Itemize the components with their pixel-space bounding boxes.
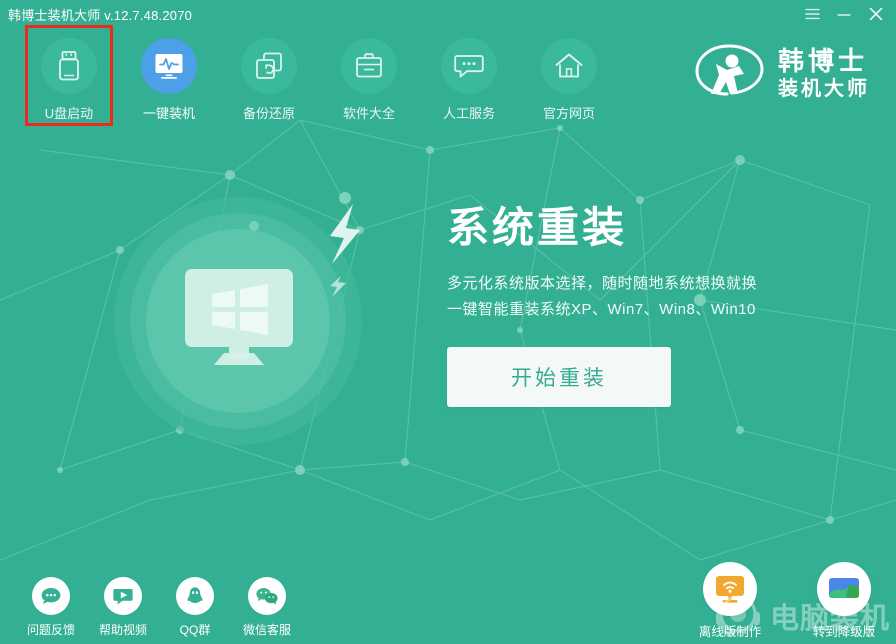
dock-label-downgrade: 转到降级版 [812,625,876,639]
copy-stack-icon [241,38,297,94]
toolbar-item-one-key-install[interactable]: 一键装机 [119,38,219,132]
toolbar-item-backup-restore[interactable]: 备份还原 [219,38,319,132]
offline-monitor-icon [703,562,757,616]
brand-line-1: 韩博士 [778,45,869,76]
chat-bubble-icon [441,38,497,94]
title-bar: 韩博士装机大师 v.12.7.48.2070 [0,0,896,28]
start-reinstall-button[interactable]: 开始重装 [447,347,671,407]
dock-label-help-video: 帮助视频 [98,623,147,637]
hamburger-menu-icon[interactable] [796,0,828,28]
toolbar-label-usb-boot: U盘启动 [44,106,94,121]
monitor-pulse-icon [141,38,197,94]
dock-label-feedback: 问题反馈 [26,623,75,637]
usb-drive-icon [41,38,97,94]
minimize-icon[interactable] [828,0,860,28]
bottom-right-dock: 离线版制作 转到降级版 [692,562,882,640]
toolbar-label-backup-restore: 备份还原 [242,106,295,121]
toolbar-label-human-service: 人工服务 [442,106,495,121]
wechat-icon [248,577,286,615]
hero-subtitle-line-2: 一键智能重装系统XP、Win7、Win8、Win10 [447,301,756,319]
hero-copy: 系统重装 多元化系统版本选择，随时随地系统想换就换 一键智能重装系统XP、Win… [447,207,867,324]
dock-label-wechat-service: 微信客服 [242,623,291,637]
brand-wordmark: 韩博士 装机大师 [778,48,870,99]
app-window: 韩博士装机大师 v.12.7.48.2070 U盘启动 一键装机 备份还原 软件… [0,0,896,644]
toolbar-label-one-key-install: 一键装机 [142,106,195,121]
page-title: 系统重装 [447,204,628,251]
feedback-chat-icon [32,577,70,615]
toolbar-item-software-library[interactable]: 软件大全 [319,38,419,132]
window-title: 韩博士装机大师 v.12.7.48.2070 [8,7,193,23]
qq-penguin-icon [176,577,214,615]
dock-item-feedback[interactable]: 问题反馈 [26,577,76,638]
downgrade-screen-icon [817,562,871,616]
hero-subtitle-line-1: 多元化系统版本选择，随时随地系统想换就换 [447,275,758,292]
home-icon [541,38,597,94]
brand-logo: 韩博士 装机大师 [692,42,870,104]
dock-item-offline-builder[interactable]: 离线版制作 [692,562,768,640]
close-icon[interactable] [860,0,892,28]
toolbar-item-human-service[interactable]: 人工服务 [419,38,519,132]
hero-subtitle: 多元化系统版本选择，随时随地系统想换就换 一键智能重装系统XP、Win7、Win… [447,271,867,324]
dock-item-help-video[interactable]: 帮助视频 [98,577,148,638]
dock-label-offline-builder: 离线版制作 [698,625,762,639]
dock-item-downgrade[interactable]: 转到降级版 [806,562,882,640]
bottom-left-dock: 问题反馈 帮助视频 QQ群 微信客服 [26,577,292,638]
toolbar-item-usb-boot[interactable]: U盘启动 [19,38,119,132]
brand-line-2: 装机大师 [778,77,870,100]
toolbar-item-official-site[interactable]: 官方网页 [519,38,619,132]
dock-item-qq-group[interactable]: QQ群 [170,577,220,638]
dock-label-qq-group: QQ群 [179,623,211,637]
hanboshi-person-circle-logo [695,44,764,96]
toolbar-label-official-site: 官方网页 [542,106,595,121]
window-controls [796,0,892,28]
monitor-windows-logo-illustration [114,192,362,445]
toolbar-label-software-library: 软件大全 [342,106,395,121]
video-play-icon [104,577,142,615]
briefcase-icon [341,38,397,94]
dock-item-wechat-service[interactable]: 微信客服 [242,577,292,638]
